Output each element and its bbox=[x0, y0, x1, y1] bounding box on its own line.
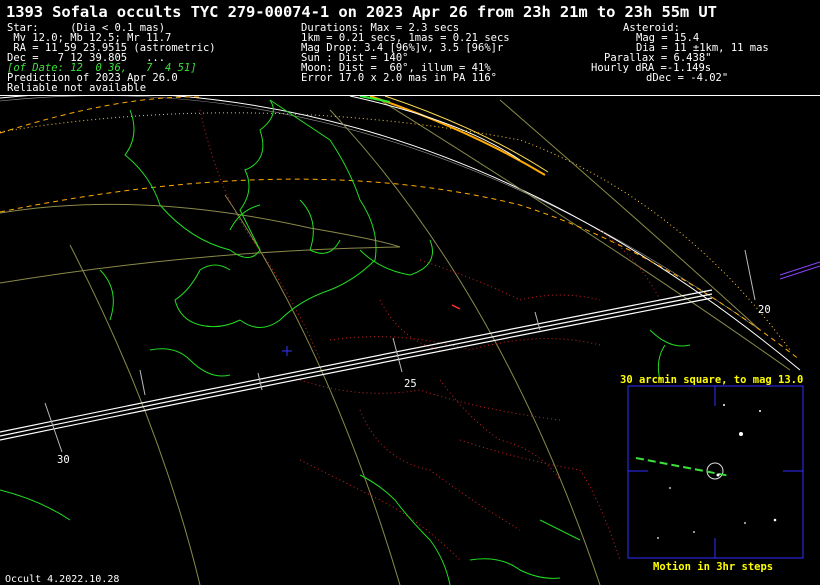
graticule bbox=[0, 99, 791, 585]
longitude-label-25: 25 bbox=[404, 378, 417, 390]
target-star-circle bbox=[706, 462, 724, 480]
edge-path-purple bbox=[779, 261, 820, 280]
asteroid-ddec: dDec = -4.02" bbox=[646, 72, 729, 84]
occultation-map bbox=[0, 96, 820, 585]
asteroid-motion-line bbox=[635, 457, 731, 477]
site-marker bbox=[451, 304, 461, 310]
reliability-note: Reliable not available bbox=[7, 82, 147, 94]
software-version: Occult 4.2022.10.28 bbox=[5, 574, 120, 585]
error-limit-lines bbox=[0, 96, 801, 361]
longitude-label-20: 20 bbox=[758, 304, 771, 316]
star-chart-caption: Motion in 3hr steps bbox=[653, 561, 774, 573]
country-borders bbox=[199, 109, 661, 561]
central-path bbox=[0, 289, 713, 441]
error-ellipse: Error 17.0 x 2.0 mas in PA 116° bbox=[301, 72, 497, 84]
chart-stars bbox=[657, 404, 777, 539]
sun-rise-dotted bbox=[0, 112, 791, 351]
page-title: 1393 Sofala occults TYC 279-00074-1 on 2… bbox=[6, 3, 717, 21]
coastlines bbox=[0, 99, 691, 585]
earth-limb-inner bbox=[0, 96, 761, 331]
sun-altitude-path bbox=[349, 96, 549, 176]
longitude-label-30: 30 bbox=[57, 454, 70, 466]
star-chart-title: 30 arcmin square, to mag 13.0 bbox=[620, 374, 804, 386]
star-chart bbox=[627, 385, 804, 559]
